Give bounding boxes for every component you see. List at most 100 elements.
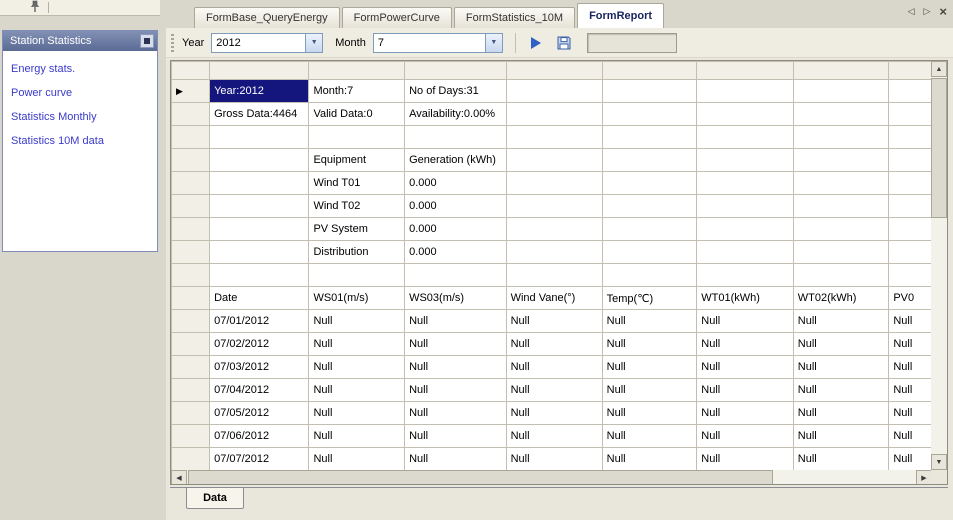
grid-column-header[interactable] [697, 62, 794, 80]
grid-cell[interactable]: 07/05/2012 [210, 402, 309, 425]
grid-cell[interactable] [602, 126, 697, 149]
grid-cell[interactable]: WT02(kWh) [793, 287, 889, 310]
grid-cell[interactable]: Null [602, 310, 697, 333]
grid-cell[interactable]: Gross Data:4464 [210, 103, 309, 126]
tab-scroll-left-icon[interactable]: ◁ [908, 6, 915, 17]
tab-formreport[interactable]: FormReport [577, 3, 664, 28]
grid-cell[interactable] [602, 264, 697, 287]
chevron-down-icon[interactable]: ▼ [305, 34, 322, 52]
grid-cell[interactable]: Null [309, 356, 405, 379]
sidebar-item-statistics-10m-data[interactable]: Statistics 10M data [11, 135, 157, 147]
grid-cell[interactable] [602, 103, 697, 126]
grid-cell[interactable]: Null [793, 333, 889, 356]
grid-cell[interactable]: Null [405, 379, 507, 402]
grid-cell[interactable]: Null [309, 310, 405, 333]
grid-cell[interactable] [210, 218, 309, 241]
grid-cell[interactable]: Null [309, 379, 405, 402]
grid-row-header[interactable] [172, 172, 210, 195]
grid-cell[interactable] [506, 218, 602, 241]
grid-column-header[interactable] [506, 62, 602, 80]
grid-cell[interactable]: 0.000 [405, 241, 507, 264]
grid-row-header[interactable] [172, 149, 210, 172]
grid-cell[interactable]: Null [793, 425, 889, 448]
grid-cell[interactable]: Null [506, 310, 602, 333]
grid-cell[interactable] [210, 264, 309, 287]
year-combobox[interactable]: 2012 ▼ [211, 33, 323, 53]
grid-cell[interactable]: 0.000 [405, 172, 507, 195]
grid-cell[interactable] [793, 103, 889, 126]
grid-cell[interactable] [210, 149, 309, 172]
grid-cell[interactable] [602, 80, 697, 103]
grid-cell[interactable] [309, 264, 405, 287]
grid-row-header[interactable] [172, 103, 210, 126]
grid-corner-header[interactable] [172, 62, 210, 80]
grid-cell[interactable] [697, 80, 794, 103]
grid-cell[interactable]: Null [602, 425, 697, 448]
grid-cell[interactable] [506, 264, 602, 287]
vertical-scrollbar-thumb[interactable] [931, 78, 947, 218]
grid-cell[interactable] [405, 264, 507, 287]
grid-row-header[interactable] [172, 310, 210, 333]
grid-cell[interactable] [793, 80, 889, 103]
grid-cell[interactable] [697, 218, 794, 241]
toolbar-textbox[interactable] [587, 33, 677, 53]
grid-cell[interactable] [506, 149, 602, 172]
grid-cell[interactable]: 0.000 [405, 218, 507, 241]
grid-cell[interactable] [697, 103, 794, 126]
grid-cell[interactable]: Null [506, 356, 602, 379]
grid-cell[interactable] [697, 241, 794, 264]
grid-cell[interactable] [793, 149, 889, 172]
grid-cell[interactable]: Null [697, 402, 794, 425]
grid-row-header[interactable] [172, 241, 210, 264]
grid-cell[interactable]: WT01(kWh) [697, 287, 794, 310]
toolbar-grip-icon[interactable] [171, 34, 174, 52]
grid-cell[interactable]: WS01(m/s) [309, 287, 405, 310]
grid-cell[interactable] [309, 126, 405, 149]
grid-cell[interactable]: Null [506, 379, 602, 402]
grid-cell[interactable] [602, 241, 697, 264]
grid-cell[interactable]: Null [506, 448, 602, 471]
sidebar-item-statistics-monthly[interactable]: Statistics Monthly [11, 111, 157, 123]
grid-cell[interactable] [210, 172, 309, 195]
grid-cell[interactable]: 07/03/2012 [210, 356, 309, 379]
grid-cell[interactable]: Wind T02 [309, 195, 405, 218]
grid-cell[interactable]: Null [602, 333, 697, 356]
panel-options-button[interactable] [140, 34, 154, 48]
tab-scroll-right-icon[interactable]: ▷ [923, 6, 930, 17]
vertical-scrollbar[interactable]: ▲ ▼ [931, 61, 947, 470]
grid-cell[interactable]: PV System [309, 218, 405, 241]
grid-cell[interactable]: Null [506, 425, 602, 448]
grid-cell[interactable] [210, 195, 309, 218]
grid-row-header[interactable] [172, 356, 210, 379]
grid-cell[interactable]: Null [697, 333, 794, 356]
grid-cell[interactable]: Null [309, 333, 405, 356]
grid-cell[interactable] [697, 264, 794, 287]
grid-cell[interactable]: Equipment [309, 149, 405, 172]
grid-cell[interactable]: 0.000 [405, 195, 507, 218]
grid-cell[interactable]: Null [793, 310, 889, 333]
grid-cell[interactable]: Year:2012 [210, 80, 309, 103]
grid-cell[interactable]: Null [309, 402, 405, 425]
grid-cell[interactable] [793, 218, 889, 241]
grid-row-header[interactable] [172, 448, 210, 471]
sidebar-item-energy-stats[interactable]: Energy stats. [11, 63, 157, 75]
grid-cell[interactable] [697, 172, 794, 195]
grid-cell[interactable]: Valid Data:0 [309, 103, 405, 126]
grid-cell[interactable] [506, 126, 602, 149]
grid-row-header[interactable] [172, 218, 210, 241]
grid-cell[interactable]: Null [405, 356, 507, 379]
grid-cell[interactable]: Null [697, 425, 794, 448]
scroll-left-icon[interactable]: ◀ [171, 470, 187, 485]
tab-formpowercurve[interactable]: FormPowerCurve [342, 7, 452, 28]
grid-cell[interactable]: Null [309, 425, 405, 448]
grid-cell[interactable]: Null [793, 356, 889, 379]
grid-cell[interactable]: Null [697, 310, 794, 333]
horizontal-scrollbar-thumb[interactable] [188, 470, 773, 485]
grid-cell[interactable]: Null [506, 402, 602, 425]
grid-column-header[interactable] [405, 62, 507, 80]
grid-cell[interactable]: Null [405, 333, 507, 356]
grid-cell[interactable]: Null [697, 356, 794, 379]
grid-row-header[interactable] [172, 287, 210, 310]
grid-cell[interactable]: Availability:0.00% [405, 103, 507, 126]
chevron-down-icon[interactable]: ▼ [485, 34, 502, 52]
